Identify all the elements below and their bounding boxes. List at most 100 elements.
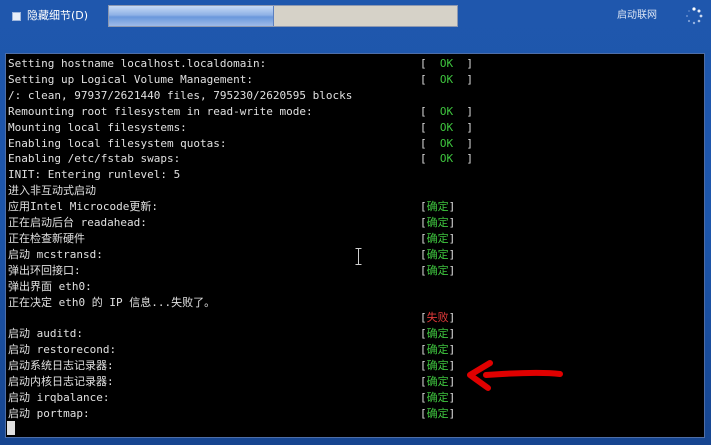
- status-bracket: [: [420, 343, 427, 357]
- console-line: Setting hostname localhost.localdomain:: [8, 57, 267, 70]
- console-line: Enabling local filesystem quotas:: [8, 136, 227, 150]
- console-line: Enabling /etc/fstab swaps:: [8, 152, 181, 166]
- status-bracket: [: [420, 327, 427, 341]
- status-ok-badge: [ OK ]: [420, 151, 473, 167]
- status-bracket: ]: [448, 359, 456, 373]
- status-bracket: ]: [448, 247, 456, 261]
- status-ok-badge: [确定]: [420, 263, 455, 279]
- status-text: 确定: [426, 359, 449, 373]
- status-bracket: ]: [453, 136, 473, 150]
- status-ok-badge: [ OK ]: [420, 72, 473, 88]
- console-line: Remounting root filesystem in read-write…: [8, 104, 313, 118]
- status-bracket: ]: [448, 311, 456, 325]
- status-ok-badge: [ OK ]: [420, 120, 473, 136]
- status-bracket: ]: [448, 343, 456, 357]
- status-text: 确定: [426, 343, 449, 357]
- status-bracket: [: [420, 216, 427, 229]
- status-ok-badge: [确定]: [420, 342, 455, 358]
- status-bracket: ]: [453, 72, 473, 86]
- status-ok-badge: [确定]: [420, 199, 455, 215]
- status-bracket: ]: [448, 406, 456, 420]
- status-bracket: [: [420, 247, 427, 261]
- status-ok-badge: [ OK ]: [420, 56, 473, 72]
- status-text: OK: [439, 120, 454, 134]
- status-text: 确定: [426, 231, 449, 245]
- status-text: 确定: [426, 375, 449, 388]
- text-cursor-icon: [7, 421, 15, 435]
- status-bracket: ]: [448, 375, 456, 388]
- progress-fill: [109, 6, 274, 26]
- hide-details-button[interactable]: 隐藏细节(D): [27, 8, 88, 24]
- status-bracket: [: [420, 359, 427, 373]
- console-line: INIT: Entering runlevel: 5: [8, 168, 181, 182]
- collapse-icon[interactable]: [12, 12, 21, 21]
- status-bracket: [: [420, 120, 440, 134]
- console-line: 启动 mcstransd:: [8, 247, 103, 261]
- console-line: Setting up Logical Volume Management:: [8, 72, 254, 86]
- status-bracket: ]: [453, 104, 473, 118]
- status-ok-badge: [确定]: [420, 374, 455, 390]
- status-bracket: ]: [448, 327, 456, 341]
- status-ok-badge: [ OK ]: [420, 136, 473, 152]
- console-line: 正在决定 eth0 的 IP 信息...失败了。: [8, 295, 216, 309]
- status-bracket: [: [420, 390, 427, 404]
- boot-progress-bar: [108, 5, 458, 27]
- status-text: 确定: [426, 216, 449, 229]
- status-ok-badge: [确定]: [420, 326, 455, 342]
- status-fail-badge: [失败]: [420, 310, 455, 326]
- status-bracket: [: [420, 311, 427, 325]
- ibeam-cursor-icon: [355, 248, 362, 265]
- status-bracket: [: [420, 200, 427, 214]
- status-bracket: [: [420, 136, 440, 150]
- status-ok-badge: [ OK ]: [420, 104, 473, 120]
- status-bracket: [: [420, 406, 427, 420]
- status-text: 确定: [426, 390, 449, 404]
- console-line: 正在检查新硬件: [8, 231, 85, 245]
- status-bracket: ]: [448, 263, 456, 277]
- status-text: OK: [439, 104, 454, 118]
- status-text: 确定: [426, 406, 449, 420]
- status-bracket: [: [420, 375, 427, 388]
- status-ok-badge: [确定]: [420, 231, 455, 247]
- red-arrow-icon: [467, 360, 563, 391]
- boot-console: Setting hostname localhost.localdomain: […: [5, 53, 705, 438]
- console-line: 应用Intel Microcode更新:: [8, 200, 158, 214]
- console-line: 启动系统日志记录器:: [8, 359, 114, 373]
- console-line: Mounting local filesystems:: [8, 120, 187, 134]
- status-ok-badge: [确定]: [420, 406, 455, 422]
- status-bracket: [: [420, 231, 427, 245]
- console-line: 启动内核日志记录器:: [8, 375, 114, 388]
- console-line: 启动 restorecond:: [8, 343, 117, 357]
- console-line: 启动 irqbalance:: [8, 390, 110, 404]
- status-text: 确定: [426, 200, 449, 214]
- status-ok-badge: [确定]: [420, 390, 455, 406]
- status-text: OK: [439, 136, 454, 150]
- toolbar: 隐藏细节(D) 启动联网: [0, 0, 711, 34]
- status-bracket: ]: [453, 152, 473, 166]
- console-line: 启动 auditd:: [8, 327, 83, 341]
- status-bracket: ]: [448, 390, 456, 404]
- status-bracket: [: [420, 104, 440, 118]
- console-line: 启动 portmap:: [8, 406, 90, 420]
- console-line: 弹出环回接口:: [8, 263, 81, 277]
- status-bracket: ]: [453, 57, 473, 70]
- status-text: 失败: [426, 311, 449, 325]
- status-text: OK: [439, 57, 454, 70]
- status-bracket: [: [420, 57, 440, 70]
- status-bracket: ]: [448, 216, 456, 229]
- console-line: 进入非互动式启动: [8, 184, 96, 198]
- status-bracket: [: [420, 263, 427, 277]
- status-text: OK: [439, 152, 454, 166]
- status-ok-badge: [确定]: [420, 215, 455, 231]
- status-bracket: [: [420, 152, 440, 166]
- status-text: 确定: [426, 327, 449, 341]
- status-ok-badge: [确定]: [420, 358, 455, 374]
- status-bracket: [: [420, 72, 440, 86]
- console-line: 弹出界面 eth0:: [8, 279, 92, 293]
- boot-status-label: 启动联网: [617, 10, 657, 21]
- status-ok-badge: [确定]: [420, 247, 455, 263]
- status-bracket: ]: [448, 231, 456, 245]
- console-line: /: clean, 97937/2621440 files, 795230/26…: [8, 88, 353, 102]
- status-text: 确定: [426, 247, 449, 261]
- status-text: OK: [439, 72, 454, 86]
